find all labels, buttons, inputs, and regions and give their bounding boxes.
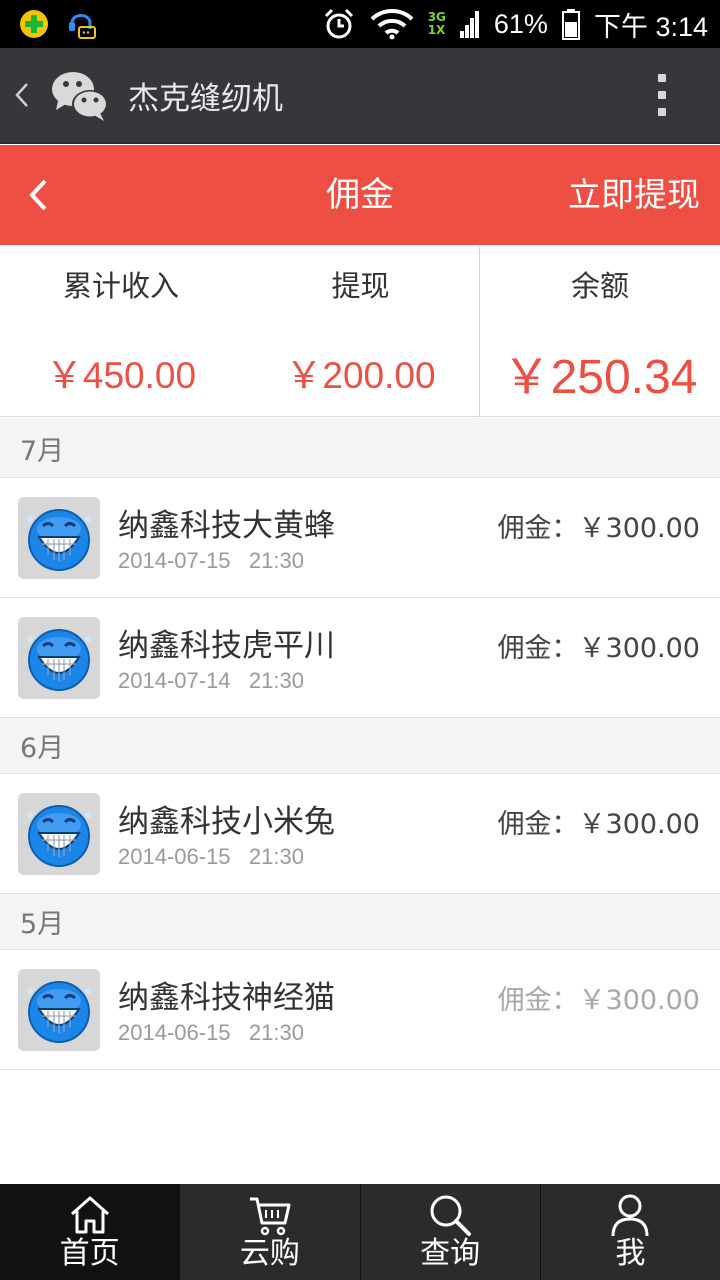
wechat-account-title: 杰克缝纫机 [128, 80, 283, 117]
more-options-button[interactable] [632, 47, 692, 143]
home-icon [70, 1196, 109, 1234]
battery-icon [561, 9, 580, 40]
commission-summary: 累计收入 ￥450.00 提现 ￥200.00 余额 ￥250.34 [0, 245, 720, 417]
total-income-block: 累计收入 ￥450.00 [0, 245, 242, 417]
wechat-logo-icon [52, 72, 108, 121]
cart-icon [249, 1197, 291, 1236]
nav-query-label: 查询 [420, 1236, 481, 1271]
page-header: 佣金 立即提现 [0, 145, 720, 245]
laughing-face-icon [27, 509, 91, 571]
row-date: 2014-07-14 [118, 668, 231, 693]
row-timestamp: 2014-07-14 21:30 [118, 668, 304, 694]
commission-row[interactable]: 纳鑫科技大黄蜂 2014-07-15 21:30 佣金：￥300.00 [0, 478, 720, 598]
nav-home-label: 首页 [59, 1236, 120, 1271]
user-icon [611, 1194, 649, 1237]
row-timestamp: 2014-06-15 21:30 [118, 844, 304, 870]
row-date: 2014-06-15 [118, 844, 231, 869]
withdraw-now-button[interactable]: 立即提现 [568, 145, 700, 245]
bottom-nav: 首页 云购 查询 我 [0, 1184, 720, 1280]
withdrawn-value: ￥200.00 [285, 355, 436, 396]
nav-me[interactable]: 我 [539, 1184, 720, 1280]
status-bar: 3G 1X 61% 下午 3:14 [0, 0, 720, 48]
total-income-value: ￥450.00 [45, 355, 197, 396]
balance-label: 余额 [570, 269, 629, 303]
balance-value: ￥250.34 [502, 351, 698, 404]
screen: 3G 1X 61% 下午 3:14 杰克缝纫机 佣金 立即提现 累计收入 ￥45… [0, 0, 720, 1280]
withdrawn-block: 提现 ￥200.00 [242, 245, 479, 417]
chevron-left-icon [29, 179, 47, 211]
nav-me-label: 我 [615, 1236, 646, 1271]
avatar [18, 969, 100, 1051]
row-name: 纳鑫科技神经猫 [118, 980, 335, 1016]
row-timestamp: 2014-07-15 21:30 [118, 548, 304, 574]
nav-cloud-buy[interactable]: 云购 [179, 1184, 359, 1280]
commission-row[interactable]: 纳鑫科技虎平川 2014-07-14 21:30 佣金：￥300.00 [0, 598, 720, 718]
avatar [18, 497, 100, 579]
row-name: 纳鑫科技虎平川 [118, 628, 335, 664]
month-header: 5月 [0, 894, 720, 950]
row-time: 21:30 [248, 548, 304, 573]
avatar [18, 793, 100, 875]
row-date: 2014-07-15 [118, 548, 231, 573]
more-dot-icon [658, 108, 666, 116]
balance-block: 余额 ￥250.34 [480, 245, 720, 417]
row-amount: 佣金：￥300.00 [497, 513, 700, 544]
clock: 下午 3:14 [593, 11, 708, 42]
laughing-face-icon [27, 981, 91, 1043]
more-dot-icon [658, 74, 666, 82]
chevron-left-icon [15, 83, 28, 107]
network-1x-label: 1X [427, 23, 446, 37]
row-name: 纳鑫科技大黄蜂 [118, 508, 335, 544]
nav-cloud-buy-label: 云购 [239, 1236, 300, 1271]
row-time: 21:30 [248, 1020, 304, 1045]
row-date: 2014-06-15 [118, 1020, 231, 1045]
total-income-label: 累计收入 [62, 269, 179, 303]
row-timestamp: 2014-06-15 21:30 [118, 1020, 304, 1046]
alarm-icon [324, 8, 353, 39]
page-back-button[interactable] [8, 145, 68, 245]
network-indicator: 3G 1X [428, 11, 446, 37]
row-name: 纳鑫科技小米兔 [118, 804, 335, 840]
more-dot-icon [658, 91, 666, 99]
commission-row[interactable]: 纳鑫科技神经猫 2014-06-15 21:30 佣金：￥300.00 [0, 950, 720, 1070]
battery-percent: 61% [493, 8, 548, 39]
qq-notification-icon [69, 14, 96, 39]
avatar [18, 617, 100, 699]
wechat-header: 杰克缝纫机 [0, 48, 720, 144]
laughing-face-icon [27, 629, 91, 691]
security-app-icon [20, 10, 48, 38]
wifi-icon [370, 9, 414, 40]
nav-query[interactable]: 查询 [359, 1184, 540, 1280]
wechat-back-button[interactable] [0, 47, 44, 143]
row-time: 21:30 [248, 668, 304, 693]
search-icon [430, 1195, 472, 1236]
month-header: 7月 [0, 418, 720, 478]
signal-icon [459, 11, 479, 38]
row-amount: 佣金：￥300.00 [497, 633, 700, 664]
row-amount: 佣金：￥300.00 [497, 809, 700, 840]
month-header: 6月 [0, 718, 720, 774]
laughing-face-icon [27, 805, 91, 867]
row-time: 21:30 [248, 844, 304, 869]
commission-row[interactable]: 纳鑫科技小米兔 2014-06-15 21:30 佣金：￥300.00 [0, 774, 720, 894]
nav-home[interactable]: 首页 [0, 1184, 180, 1280]
row-amount: 佣金：￥300.00 [497, 985, 700, 1016]
withdrawn-label: 提现 [331, 269, 390, 303]
